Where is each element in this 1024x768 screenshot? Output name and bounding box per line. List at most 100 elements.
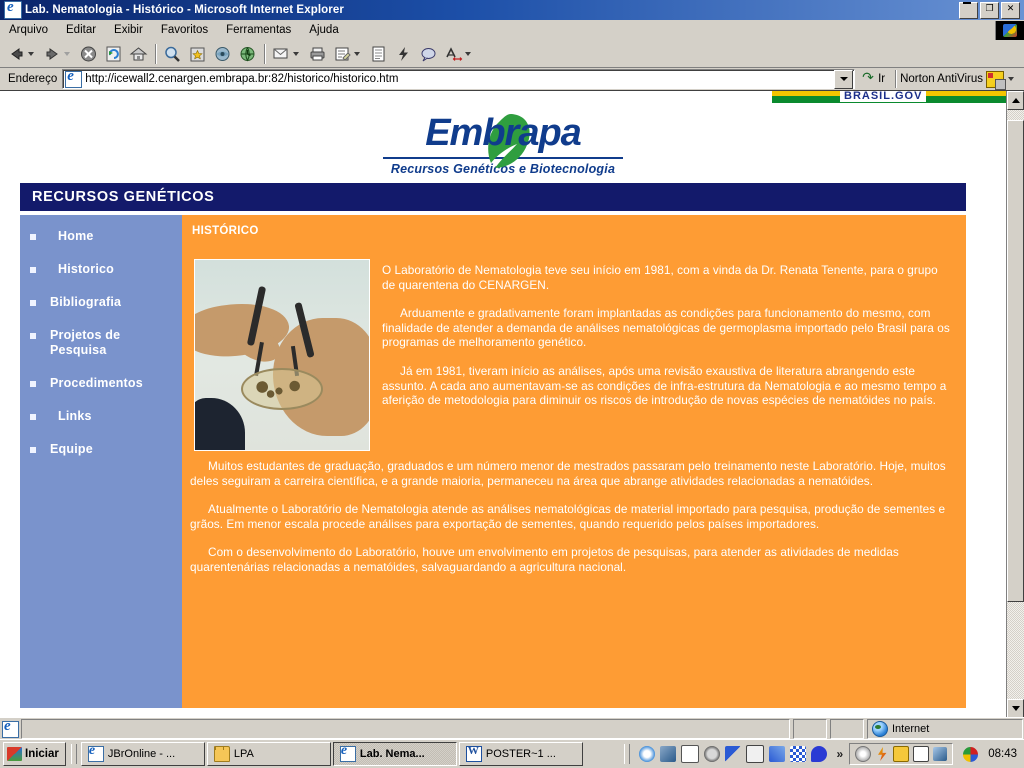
quick-launch-bar (633, 745, 833, 763)
restore-button[interactable]: ❐ (980, 1, 999, 19)
menu-ferramentas[interactable]: Ferramentas (217, 22, 300, 38)
norton-icon[interactable] (893, 746, 910, 762)
volume-icon[interactable] (963, 746, 979, 762)
media-button[interactable] (210, 43, 235, 65)
status-message (21, 719, 790, 739)
mail-button[interactable] (269, 43, 305, 65)
messenger-button[interactable] (391, 43, 416, 65)
task-button-poster[interactable]: POSTER~1 ... (458, 742, 583, 766)
address-dropdown-button[interactable] (834, 69, 854, 89)
ie-icon (339, 746, 356, 762)
translate-dropdown-icon[interactable] (465, 52, 471, 56)
task-button-jbronline[interactable]: JBrOnline - ... (80, 742, 205, 766)
content-paragraph: Atualmente o Laboratório de Nematologia … (190, 502, 946, 531)
sidebar-item-label: Bibliografia (50, 295, 122, 309)
vertical-scrollbar[interactable] (1006, 91, 1024, 718)
norton-antivirus-button[interactable]: Norton AntiVirus (900, 70, 1022, 90)
sidebar-item-procedimentos[interactable]: Procedimentos (20, 376, 182, 391)
go-button[interactable]: Ir (855, 69, 891, 86)
media-icon (212, 44, 233, 64)
sidebar-item-label: Projetos de Pesquisa (50, 328, 121, 357)
forward-dropdown-icon[interactable] (64, 52, 70, 56)
calendar-icon[interactable] (913, 746, 930, 762)
laboratory-photo (194, 259, 370, 451)
browser-toolbar (0, 41, 1024, 68)
start-button[interactable]: Iniciar (3, 742, 66, 766)
print-button[interactable] (305, 43, 330, 65)
menu-exibir[interactable]: Exibir (105, 22, 152, 38)
taskbar-grip[interactable] (70, 744, 77, 764)
menu-arquivo[interactable]: Arquivo (0, 22, 57, 38)
outlook-icon[interactable] (659, 746, 676, 762)
back-dropdown-icon[interactable] (28, 52, 34, 56)
scroll-track[interactable] (1007, 110, 1024, 699)
disc-icon[interactable] (855, 746, 872, 762)
sidebar-item-equipe[interactable]: Equipe (20, 442, 182, 457)
close-button[interactable]: ✕ (1001, 1, 1020, 19)
content-paragraph: Muitos estudantes de graduação, graduado… (190, 459, 946, 488)
history-button[interactable] (235, 43, 260, 65)
edit-page-icon (332, 44, 353, 64)
network-icon[interactable] (933, 747, 948, 761)
stop-button[interactable] (76, 43, 101, 65)
edit-button[interactable] (330, 43, 366, 65)
refresh-button[interactable] (101, 43, 126, 65)
scroll-thumb[interactable] (1007, 120, 1024, 602)
ie-app-icon (4, 1, 22, 19)
address-input[interactable]: http://icewall2.cenargen.embrapa.br:82/h… (62, 69, 856, 89)
section-title: RECURSOS GENÉTICOS (32, 189, 215, 205)
taskbar: Iniciar JBrOnline - ... LPA Lab. Nema...… (0, 739, 1024, 768)
forward-arrow-icon (42, 44, 63, 64)
page-body: Home Historico Bibliografia Projetos de … (20, 215, 966, 708)
minimize-button[interactable] (959, 1, 978, 19)
sidebar-item-links[interactable]: Links (20, 409, 182, 424)
task-label: LPA (233, 748, 254, 760)
tag-icon[interactable] (768, 746, 785, 762)
page-icon (65, 70, 83, 88)
notepad-icon[interactable] (680, 745, 699, 763)
mail-dropdown-icon[interactable] (293, 52, 299, 56)
windows-flag-icon (7, 747, 22, 761)
power-icon[interactable] (878, 747, 887, 761)
taskbar-clock[interactable]: 08:43 (978, 748, 1023, 760)
discuss-button[interactable] (366, 43, 391, 65)
edit-dropdown-icon[interactable] (354, 52, 360, 56)
status-bar: Internet (0, 717, 1024, 740)
translate-button[interactable] (441, 43, 477, 65)
mail-icon[interactable] (745, 745, 764, 763)
scroll-down-button[interactable] (1007, 699, 1024, 718)
home-button[interactable] (126, 43, 151, 65)
task-button-lab-nematologia[interactable]: Lab. Nema... (332, 742, 457, 766)
cursor-icon[interactable] (724, 746, 741, 762)
favorites-button[interactable] (185, 43, 210, 65)
menu-ajuda[interactable]: Ajuda (300, 22, 347, 38)
sidebar-nav: Home Historico Bibliografia Projetos de … (20, 215, 182, 708)
forward-button[interactable] (40, 43, 76, 65)
ie-icon[interactable] (638, 746, 655, 762)
norton-dropdown-icon[interactable] (1008, 77, 1014, 81)
back-button[interactable] (4, 43, 40, 65)
home-icon (128, 44, 149, 64)
main-content: HISTÓRICO O Laboratório de Nematologia t… (182, 215, 966, 708)
system-tray: » 08:43 (617, 743, 1023, 765)
tray-grip[interactable] (623, 744, 630, 764)
sidebar-item-bibliografia[interactable]: Bibliografia (20, 295, 182, 310)
status-panel-1 (793, 719, 827, 739)
sidebar-item-label: Equipe (50, 442, 93, 456)
grid-icon[interactable] (789, 746, 806, 762)
stop-icon (78, 44, 99, 64)
research-button[interactable] (416, 43, 441, 65)
sidebar-item-projetos-de-pesquisa[interactable]: Projetos de Pesquisa (20, 328, 182, 358)
task-button-lpa[interactable]: LPA (206, 742, 331, 766)
scroll-up-button[interactable] (1007, 91, 1024, 110)
speech-icon[interactable] (810, 746, 827, 762)
sidebar-item-home[interactable]: Home (20, 229, 182, 244)
menu-favoritos[interactable]: Favoritos (152, 22, 217, 38)
sidebar-item-historico[interactable]: Historico (20, 262, 182, 277)
menu-editar[interactable]: Editar (57, 22, 105, 38)
go-label: Ir (878, 73, 886, 85)
norton-icon[interactable] (703, 746, 720, 762)
tray-overflow-button[interactable]: » (833, 747, 848, 761)
search-button[interactable] (160, 43, 185, 65)
window-controls: ❐ ✕ (959, 1, 1022, 19)
